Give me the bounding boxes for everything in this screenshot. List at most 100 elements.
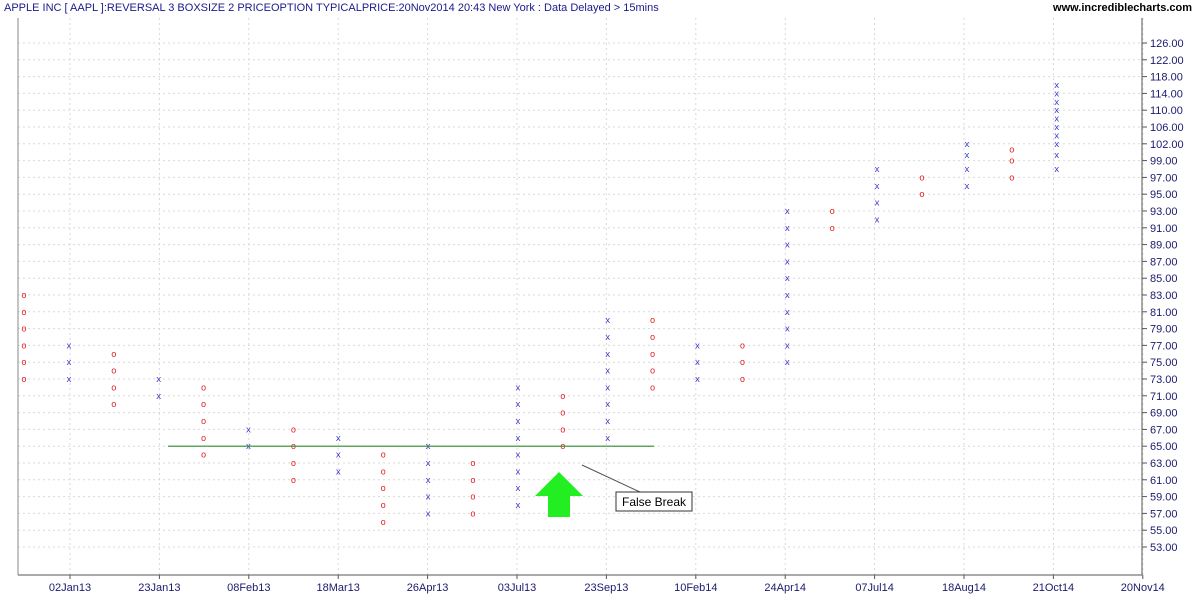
pnf-column: xxx xyxy=(695,341,700,385)
x-mark: x xyxy=(425,442,430,452)
pnf-column: oo xyxy=(919,173,924,200)
o-mark: o xyxy=(380,451,385,461)
o-mark: o xyxy=(380,484,385,494)
x-mark: x xyxy=(785,308,790,318)
o-mark: o xyxy=(21,291,26,301)
x-mark: x xyxy=(874,182,879,192)
x-mark: x xyxy=(515,383,520,393)
x-mark: x xyxy=(336,451,341,461)
o-mark: o xyxy=(380,501,385,511)
x-mark: x xyxy=(964,165,969,175)
y-tick-label: 71.00 xyxy=(1150,391,1178,403)
x-tick-label: 24Apr14 xyxy=(764,582,806,594)
y-tick-label: 102.00 xyxy=(1150,139,1184,151)
o-mark: o xyxy=(21,325,26,335)
pnf-column: oooo xyxy=(291,425,296,485)
y-tick-label: 67.00 xyxy=(1150,424,1178,436)
x-mark: x xyxy=(785,274,790,284)
x-tick-label: 18Mar13 xyxy=(316,582,359,594)
y-tick-label: 79.00 xyxy=(1150,324,1178,336)
pnf-column: xx xyxy=(156,375,161,402)
o-mark: o xyxy=(201,383,206,393)
o-mark: o xyxy=(919,173,924,183)
x-mark: x xyxy=(785,207,790,217)
o-mark: o xyxy=(111,367,116,377)
x-mark: x xyxy=(425,509,430,519)
y-tick-label: 110.00 xyxy=(1150,105,1183,117)
x-mark: x xyxy=(515,467,520,477)
x-mark: x xyxy=(156,392,161,402)
x-mark: x xyxy=(605,350,610,360)
x-tick-label: 26Apr13 xyxy=(407,582,449,594)
pnf-column: ooo xyxy=(1009,145,1014,183)
annotation-leader xyxy=(581,464,641,493)
x-mark: x xyxy=(964,182,969,192)
x-tick-label: 23Sep13 xyxy=(584,582,628,594)
x-mark: x xyxy=(425,476,430,486)
y-tick-label: 61.00 xyxy=(1150,475,1178,487)
x-tick-label: 02Jan13 xyxy=(49,582,91,594)
y-tick-label: 118.00 xyxy=(1150,72,1183,84)
y-tick-label: 77.00 xyxy=(1150,340,1178,352)
x-axis: 02Jan13 23Jan13 08Feb13 18Mar13 26Apr13 03Jul… xyxy=(49,575,1165,594)
y-tick-label: 57.00 xyxy=(1150,508,1178,520)
o-mark: o xyxy=(111,350,116,360)
pnf-column: oooo xyxy=(470,459,475,519)
x-mark: x xyxy=(785,291,790,301)
x-mark: x xyxy=(874,199,879,209)
x-tick-label: 08Feb13 xyxy=(227,582,270,594)
x-mark: x xyxy=(515,484,520,494)
pnf-column: ooooo xyxy=(650,316,655,393)
y-tick-label: 65.00 xyxy=(1150,441,1178,453)
y-tick-label: 99.00 xyxy=(1150,156,1178,168)
pnf-column: oo xyxy=(829,207,834,234)
x-mark: x xyxy=(605,316,610,326)
o-mark: o xyxy=(201,417,206,427)
o-mark: o xyxy=(560,392,565,402)
y-tick-label: 85.00 xyxy=(1150,273,1178,285)
x-tick-label: 18Aug14 xyxy=(942,582,986,594)
o-mark: o xyxy=(201,434,206,444)
o-mark: o xyxy=(470,509,475,519)
o-mark: o xyxy=(650,350,655,360)
pnf-column: ooooo xyxy=(201,383,206,460)
y-tick-label: 75.00 xyxy=(1150,357,1178,369)
x-mark: x xyxy=(515,417,520,427)
x-mark: x xyxy=(425,493,430,503)
o-mark: o xyxy=(291,442,296,452)
o-mark: o xyxy=(1009,157,1014,167)
pnf-column: ooooo xyxy=(380,451,385,528)
y-tick-label: 89.00 xyxy=(1150,240,1178,252)
x-mark: x xyxy=(874,215,879,225)
y-tick-label: 73.00 xyxy=(1150,374,1178,386)
o-mark: o xyxy=(560,409,565,419)
x-mark: x xyxy=(605,417,610,427)
y-axis: 126.00 122.00 118.00 114.00 110.00 106.00 102.… xyxy=(1142,38,1184,554)
o-mark: o xyxy=(201,451,206,461)
o-mark: o xyxy=(291,459,296,469)
o-mark: o xyxy=(650,383,655,393)
chart-grid xyxy=(18,18,1144,575)
pnf-column: xxxx xyxy=(964,140,969,192)
annotation-label: False Break xyxy=(622,495,687,509)
o-mark: o xyxy=(470,493,475,503)
o-mark: o xyxy=(380,518,385,528)
y-tick-label: 106.00 xyxy=(1150,122,1184,134)
x-mark: x xyxy=(66,358,71,368)
y-tick-label: 91.00 xyxy=(1150,223,1178,235)
plot-frame xyxy=(17,18,1143,576)
x-mark: x xyxy=(605,383,610,393)
x-mark: x xyxy=(874,165,879,175)
x-mark: x xyxy=(66,375,71,385)
x-mark: x xyxy=(695,375,700,385)
x-mark: x xyxy=(785,257,790,267)
y-tick-label: 69.00 xyxy=(1150,408,1178,420)
x-mark: x xyxy=(605,367,610,377)
pnf-column: xxxxxxxxxx xyxy=(785,207,790,368)
y-tick-label: 95.00 xyxy=(1150,189,1178,201)
o-mark: o xyxy=(1009,173,1014,183)
x-mark: x xyxy=(785,325,790,335)
x-mark: x xyxy=(515,451,520,461)
x-mark: x xyxy=(1054,151,1059,161)
up-arrow-icon xyxy=(535,472,583,517)
